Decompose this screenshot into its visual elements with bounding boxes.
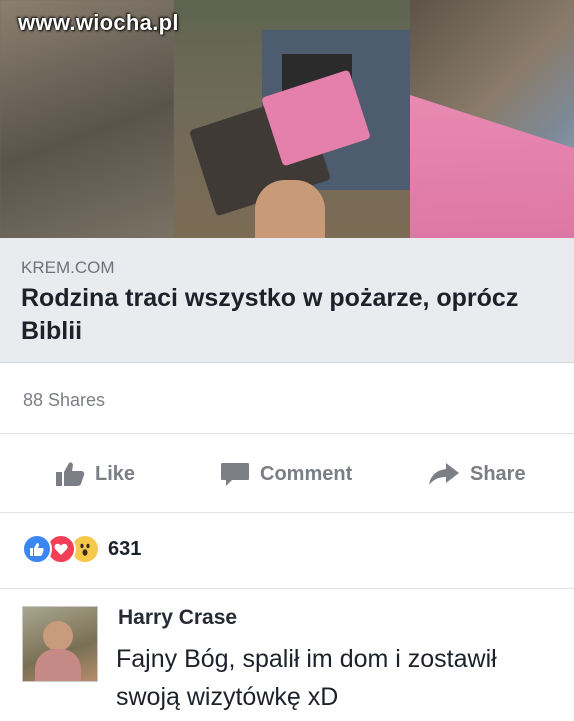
watermark: www.wiocha.pl bbox=[18, 10, 179, 35]
share-arrow-icon bbox=[428, 462, 460, 486]
post-photo[interactable]: www.wiocha.pl bbox=[0, 0, 574, 238]
link-source: KREM.COM bbox=[21, 258, 115, 277]
divider bbox=[0, 588, 574, 589]
link-title[interactable]: Rodzina traci wszystko w pożarze, oprócz… bbox=[21, 282, 561, 348]
shares-count[interactable]: 88 Shares bbox=[23, 390, 105, 411]
like-reaction-icon bbox=[22, 534, 52, 564]
comment-text: Fajny Bóg, spalił im dom i zostawił swoj… bbox=[116, 645, 497, 711]
reactions-summary[interactable]: 631 bbox=[22, 534, 141, 564]
divider bbox=[0, 433, 574, 434]
comment-icon bbox=[220, 461, 250, 487]
comment-author[interactable]: Harry Crase bbox=[118, 606, 237, 630]
reaction-count: 631 bbox=[108, 537, 142, 560]
thumbs-up-icon bbox=[55, 461, 85, 487]
divider bbox=[0, 512, 574, 513]
share-button[interactable]: Share bbox=[428, 452, 526, 496]
like-label: Like bbox=[95, 462, 136, 485]
comment-label: Comment bbox=[260, 462, 353, 485]
share-label: Share bbox=[470, 462, 526, 485]
photo-blur-right bbox=[410, 0, 574, 238]
action-bar: Like Comment Share bbox=[0, 452, 574, 496]
hand bbox=[255, 180, 325, 238]
like-button[interactable]: Like bbox=[55, 452, 135, 496]
avatar[interactable] bbox=[22, 606, 98, 682]
pink-blur bbox=[410, 95, 574, 238]
comment-button[interactable]: Comment bbox=[220, 452, 352, 496]
